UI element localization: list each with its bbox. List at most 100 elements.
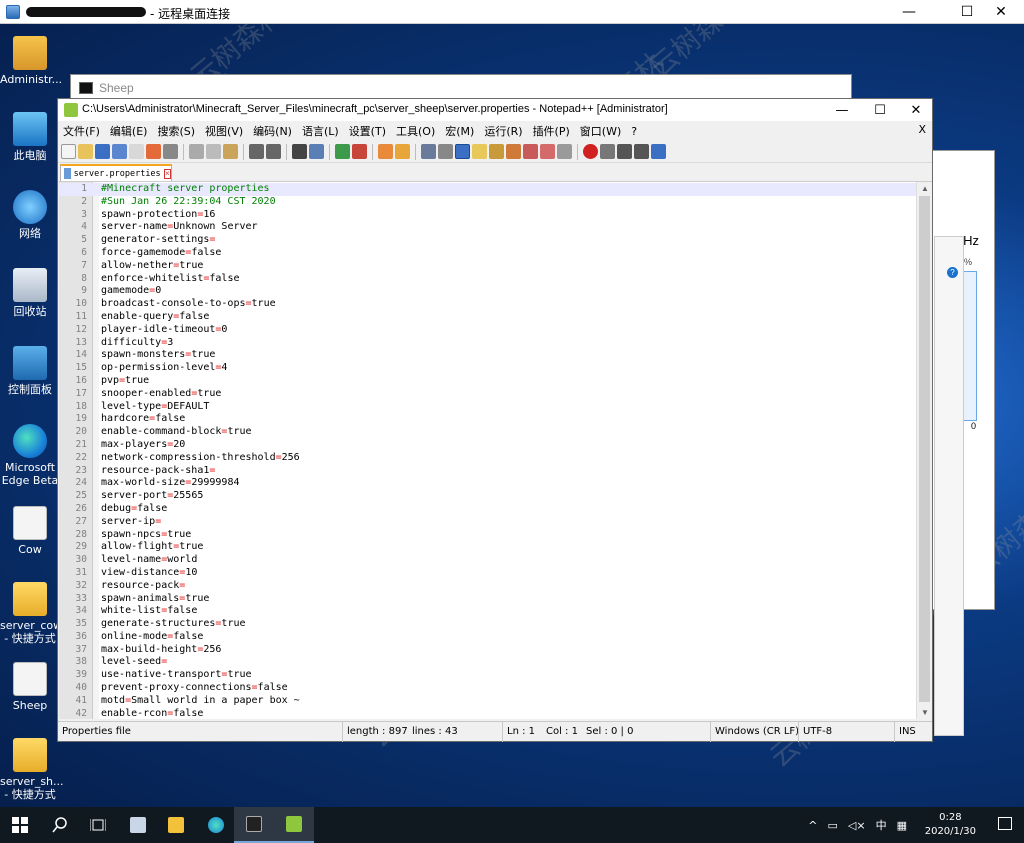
code-line[interactable]: 25 server-port=25565 [59, 490, 917, 503]
code-line[interactable]: 4 server-name=Unknown Server [59, 221, 917, 234]
code-line[interactable]: 19 hardcore=false [59, 413, 917, 426]
word-wrap-icon[interactable] [421, 144, 436, 159]
new-file-icon[interactable] [61, 144, 76, 159]
udl-icon[interactable] [472, 144, 487, 159]
menu-window[interactable]: 窗口(W) [580, 123, 621, 139]
menu-macro[interactable]: 宏(M) [445, 123, 474, 139]
code-line[interactable]: 15 op-permission-level=4 [59, 362, 917, 375]
code-line[interactable]: 2 #Sun Jan 26 22:39:04 CST 2020 [59, 196, 917, 209]
menu-search[interactable]: 搜索(S) [157, 123, 195, 139]
code-line[interactable]: 37 max-build-height=256 [59, 644, 917, 657]
code-line[interactable]: 35 generate-structures=true [59, 618, 917, 631]
menu-encoding[interactable]: 编码(N) [253, 123, 292, 139]
taskbar-console[interactable] [234, 807, 274, 843]
code-line[interactable]: 18 level-type=DEFAULT [59, 401, 917, 414]
code-line[interactable]: 36 online-mode=false [59, 631, 917, 644]
code-line[interactable]: 38 level-seed= [59, 656, 917, 669]
code-line[interactable]: 21 max-players=20 [59, 439, 917, 452]
start-button[interactable] [0, 807, 40, 843]
network-status-icon[interactable]: ▭ [828, 819, 838, 832]
code-line[interactable]: 33 spawn-animals=true [59, 593, 917, 606]
code-line[interactable]: 27 server-ip= [59, 516, 917, 529]
menu-settings[interactable]: 设置(T) [349, 123, 386, 139]
code-line[interactable]: 23 resource-pack-sha1= [59, 465, 917, 478]
rdp-minimize-button[interactable]: — [886, 0, 932, 24]
taskbar-remote-app[interactable] [118, 807, 158, 843]
open-file-icon[interactable] [78, 144, 93, 159]
code-line[interactable]: 5 generator-settings= [59, 234, 917, 247]
desktop-icon-administrator[interactable]: Administr... [0, 36, 62, 86]
code-line[interactable]: 7 allow-nether=true [59, 260, 917, 273]
code-line[interactable]: 28 spawn-npcs=true [59, 529, 917, 542]
paste-icon[interactable] [223, 144, 238, 159]
copy-icon[interactable] [206, 144, 221, 159]
close-all-icon[interactable] [146, 144, 161, 159]
save-all-icon[interactable] [112, 144, 127, 159]
code-line[interactable]: 39 use-native-transport=true [59, 669, 917, 682]
task-view-button[interactable] [78, 807, 118, 843]
desktop-icon-this-pc[interactable]: 此电脑 [0, 112, 60, 162]
indent-guide-icon[interactable] [455, 144, 470, 159]
undo-icon[interactable] [249, 144, 264, 159]
menu-edit[interactable]: 编辑(E) [110, 123, 148, 139]
code-line[interactable]: 22 network-compression-threshold=256 [59, 452, 917, 465]
desktop-icon-server-cow-shortcut[interactable]: server_cow - 快捷方式 [0, 582, 62, 645]
close-document-button[interactable]: X [918, 123, 926, 136]
show-all-chars-icon[interactable] [438, 144, 453, 159]
tab-server-properties[interactable]: server.properties × [60, 164, 172, 181]
menu-tools[interactable]: 工具(O) [396, 123, 435, 139]
code-line[interactable]: 11 enable-query=false [59, 311, 917, 324]
npp-maximize-button[interactable]: ☐ [862, 99, 898, 121]
menu-run[interactable]: 运行(R) [484, 123, 522, 139]
save-icon[interactable] [95, 144, 110, 159]
code-line[interactable]: 26 debug=false [59, 503, 917, 516]
menu-plugins[interactable]: 插件(P) [533, 123, 570, 139]
menu-file[interactable]: 文件(F) [63, 123, 100, 139]
code-line[interactable]: 40 prevent-proxy-connections=false [59, 682, 917, 695]
search-button[interactable] [40, 807, 80, 843]
code-line[interactable]: 10 broadcast-console-to-ops=true [59, 298, 917, 311]
cut-icon[interactable] [189, 144, 204, 159]
code-line[interactable]: 29 allow-flight=true [59, 541, 917, 554]
code-line[interactable]: 3 spawn-protection=16 [59, 209, 917, 222]
play-macro-icon[interactable] [617, 144, 632, 159]
desktop-icon-edge-beta[interactable]: Microsoft Edge Beta [0, 424, 60, 487]
close-icon[interactable] [129, 144, 144, 159]
code-line[interactable]: 17 snooper-enabled=true [59, 388, 917, 401]
tray-chevron-icon[interactable]: ^ [808, 819, 817, 832]
code-line[interactable]: 16 pvp=true [59, 375, 917, 388]
record-macro-icon[interactable] [583, 144, 598, 159]
rdp-close-button[interactable]: ✕ [978, 0, 1024, 24]
code-line[interactable]: 41 motd=Small world in a paper box ~ [59, 695, 917, 708]
menu-help[interactable]: ? [631, 125, 637, 138]
code-line[interactable]: 20 enable-command-block=true [59, 426, 917, 439]
clock[interactable]: 0:28 2020/1/30 [925, 811, 976, 839]
scroll-down-icon[interactable]: ▼ [917, 706, 932, 719]
code-line[interactable]: 30 level-name=world [59, 554, 917, 567]
code-line[interactable]: 13 difficulty=3 [59, 337, 917, 350]
notification-center-icon[interactable] [998, 817, 1012, 830]
print-icon[interactable] [163, 144, 178, 159]
redo-icon[interactable] [266, 144, 281, 159]
code-line[interactable]: 8 enforce-whitelist=false [59, 273, 917, 286]
vertical-scrollbar[interactable]: ▲ ▼ [916, 182, 932, 719]
volume-muted-icon[interactable]: ◁× [848, 819, 866, 832]
folder-as-workspace-icon[interactable] [523, 144, 538, 159]
sync-horizontal-icon[interactable] [395, 144, 410, 159]
taskbar-edge-beta[interactable] [196, 807, 236, 843]
code-line[interactable]: 9 gamemode=0 [59, 285, 917, 298]
find-icon[interactable] [292, 144, 307, 159]
code-line[interactable]: 12 player-idle-timeout=0 [59, 324, 917, 337]
code-line[interactable]: 42 enable-rcon=false [59, 708, 917, 719]
code-editor[interactable]: 1 #Minecraft server properties 2 #Sun Jan 2… [59, 181, 932, 719]
desktop-icon-network[interactable]: 网络 [0, 190, 60, 240]
code-line[interactable]: 34 white-list=false [59, 605, 917, 618]
code-line[interactable]: 6 force-gamemode=false [59, 247, 917, 260]
monitoring-icon[interactable] [540, 144, 555, 159]
code-line[interactable]: 14 spawn-monsters=true [59, 349, 917, 362]
desktop-icon-recycle-bin[interactable]: 回收站 [0, 268, 60, 318]
taskbar-notepad-plus-plus[interactable] [274, 807, 314, 843]
menu-view[interactable]: 视图(V) [205, 123, 243, 139]
desktop-icon-cow[interactable]: Cow [0, 506, 60, 556]
desktop-icon-sheep[interactable]: Sheep [0, 662, 60, 712]
